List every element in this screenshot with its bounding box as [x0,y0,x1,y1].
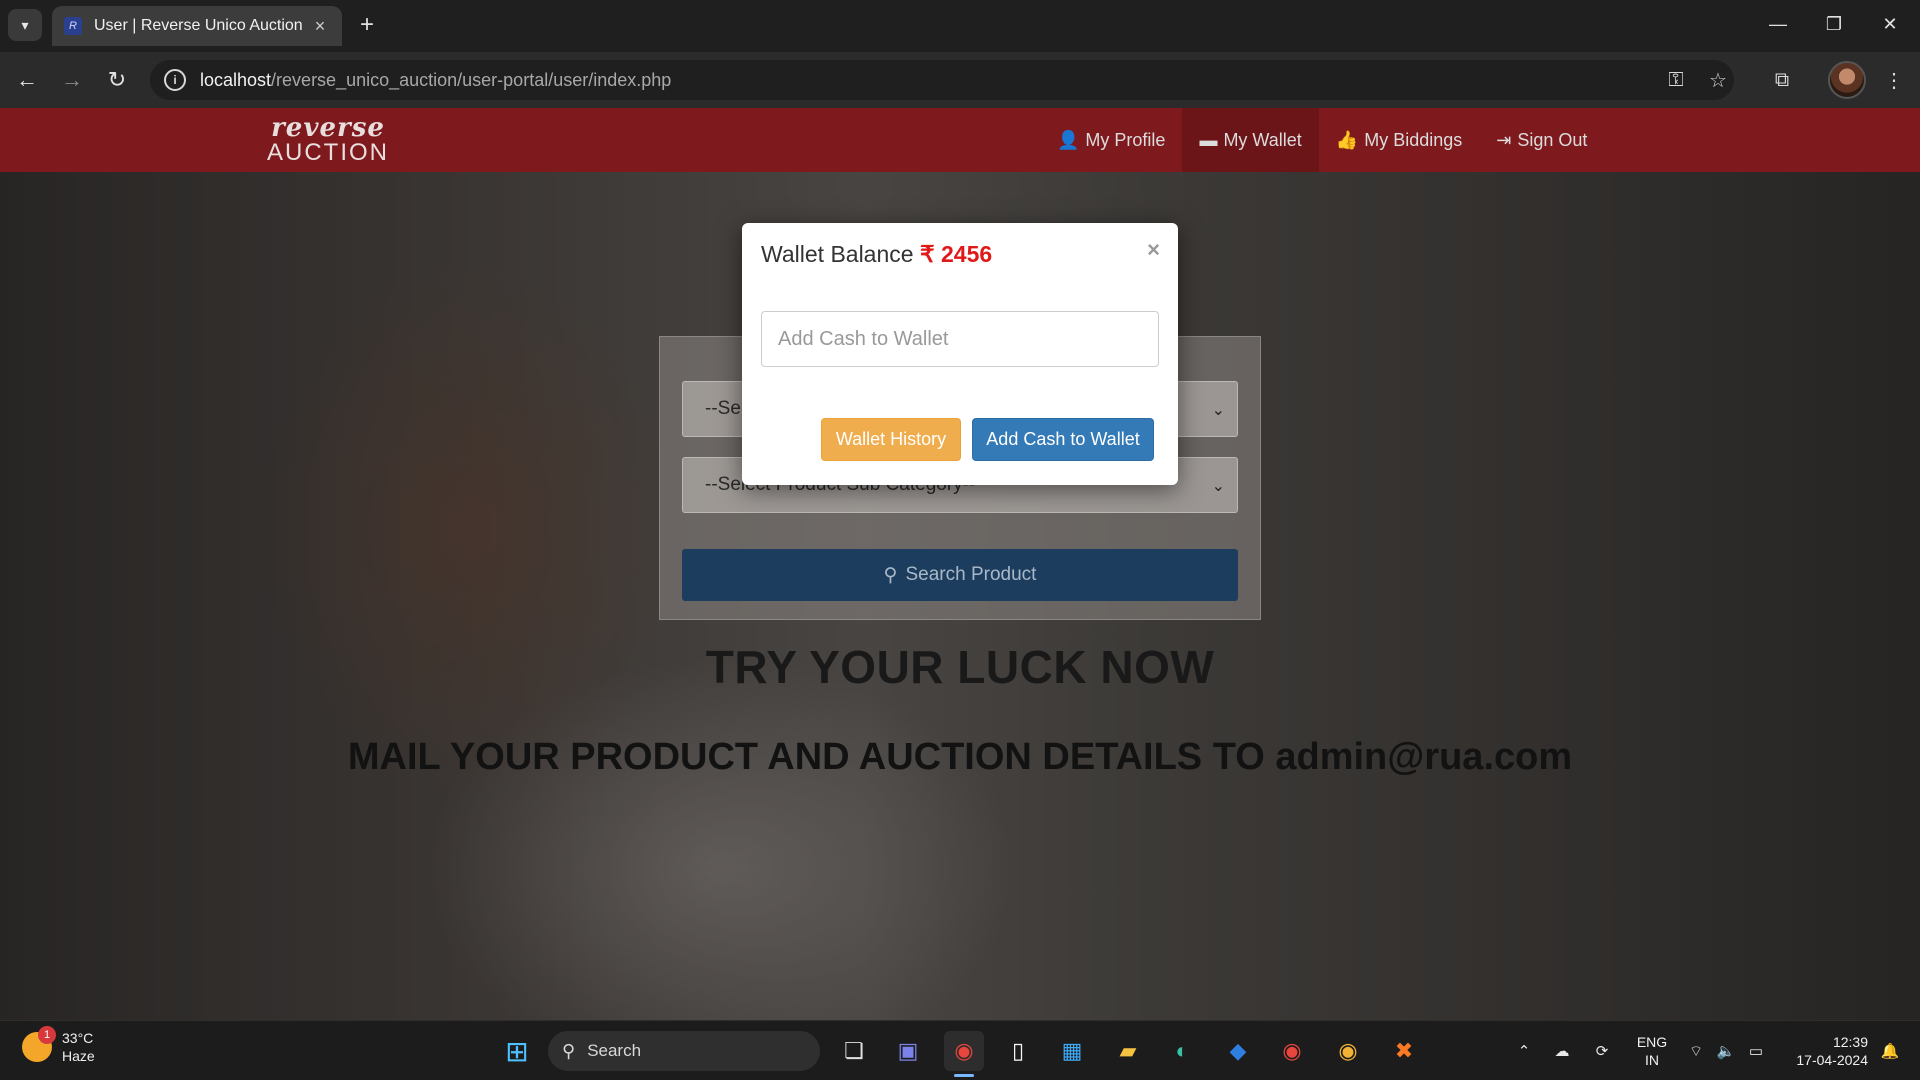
wallet-balance-label: Wallet Balance [761,241,914,267]
tab-close-icon[interactable]: × [310,16,330,37]
task-view-icon[interactable]: ❏ [834,1031,874,1071]
balance-value: 2456 [940,241,993,267]
browser-toolbar: ← → ↻ i localhost/reverse_unico_auction/… [0,52,1920,108]
thumbs-up-icon: 👍 [1335,129,1359,150]
wallet-history-button[interactable]: Wallet History [821,418,961,461]
bookmark-star-icon[interactable]: ☆ [1698,60,1738,100]
reload-icon[interactable]: ↻ [99,62,135,98]
browser-menu-icon[interactable]: ⋮ [1874,60,1914,100]
language-indicator[interactable]: ENG IN [1632,1033,1672,1069]
show-hidden-icons-icon[interactable]: ⌃ [1508,1021,1540,1080]
nav-my-wallet[interactable]: ▬ My Wallet [1182,108,1319,172]
taskbar-search-label: Search [587,1041,642,1060]
weather-temp: 33°C [62,1030,94,1046]
modal-title: Wallet Balance ₹ 2456 [761,241,992,268]
nav-sign-out[interactable]: ⇥ Sign Out [1479,108,1604,172]
browser-tab-strip: ▾ R User | Reverse Unico Auction × + — ❐… [0,0,1920,52]
window-close-icon[interactable]: ✕ [1862,0,1918,48]
password-key-icon[interactable]: ⚿ [1656,60,1696,100]
extensions-icon[interactable]: ⧉ [1762,60,1802,100]
url-path: /reverse_unico_auction/user-portal/user/… [271,69,672,90]
chrome-dev-icon[interactable]: ◉ [944,1031,984,1071]
rupee-symbol: ₹ [919,241,935,267]
chrome-canary-icon[interactable]: ◉ [1328,1031,1368,1071]
chrome-icon[interactable]: ◉ [1272,1031,1312,1071]
user-icon: 👤 [1057,129,1080,150]
sign-out-icon: ⇥ [1496,129,1512,150]
lang-top: ENG [1636,1034,1668,1050]
teams-icon[interactable]: ▣ [888,1031,928,1071]
store-icon[interactable]: ▦ [1052,1031,1092,1071]
weather-sun-icon: 1 [22,1026,56,1062]
file-explorer-icon[interactable]: ▰ [1108,1031,1148,1071]
hero-headline: TRY YOUR LUCK NOW [705,641,1215,693]
taskbar-clock[interactable]: 12:39 17-04-2024 [1782,1033,1868,1069]
hero-mail-line: MAIL YOUR PRODUCT AND AUCTION DETAILS TO… [347,736,1573,778]
active-app-indicator [954,1074,974,1077]
nav-label: My Wallet [1223,129,1302,150]
logo-text-top: reverse [271,113,385,143]
wallet-icon: ▬ [1199,129,1218,150]
site-favicon-icon: R [64,17,82,35]
chevron-down-icon: ⌄ [1211,402,1225,419]
battery-icon[interactable]: ▭ [1742,1021,1770,1080]
windows-start-icon[interactable]: ⊞ [497,1031,537,1071]
category-select-value: --Se [705,398,741,419]
tab-search-menu-icon[interactable]: ▾ [8,9,42,41]
restore-icon[interactable]: ❐ [1806,0,1862,48]
nav-my-profile[interactable]: 👤 My Profile [1040,108,1182,172]
add-cash-input[interactable] [761,311,1159,367]
sync-icon[interactable]: ⟳ [1586,1021,1618,1080]
lang-bottom: IN [1645,1052,1659,1068]
web-page: reverse AUCTION 👤 My Profile ▬ My Wallet… [0,108,1920,1020]
back-icon[interactable]: ← [9,62,45,98]
url-host: localhost [200,69,272,90]
volume-icon[interactable]: 🔈 [1712,1021,1740,1080]
logo-text-bottom: AUCTION [267,139,389,166]
clock-time: 12:39 [1832,1034,1868,1050]
weather-badge: 1 [38,1026,56,1044]
nav-label: Sign Out [1517,129,1588,150]
search-icon: ⚲ [562,1040,576,1061]
tab-title: User | Reverse Unico Auction [94,17,303,34]
onedrive-icon[interactable]: ☁ [1546,1021,1578,1080]
search-product-button[interactable]: ⚲ Search Product [682,549,1238,601]
nav-my-biddings[interactable]: 👍 My Biddings [1319,108,1479,172]
wifi-icon[interactable]: ⌔ [1682,1021,1710,1080]
taskbar-search[interactable]: ⚲ Search [548,1031,820,1071]
wallet-modal: Wallet Balance ₹ 2456 × Wallet History A… [742,223,1178,485]
weather-desc: Haze [62,1048,95,1064]
nav-label: My Biddings [1364,129,1463,150]
xampp-icon[interactable]: ✖ [1384,1031,1424,1071]
forward-icon[interactable]: → [54,62,90,98]
minimize-icon[interactable]: — [1750,0,1806,48]
add-cash-button[interactable]: Add Cash to Wallet [972,418,1154,461]
wallet-balance-amount: ₹ 2456 [920,241,992,267]
site-navbar: reverse AUCTION 👤 My Profile ▬ My Wallet… [0,108,1920,172]
edge-icon[interactable]: ◐ [1162,1031,1202,1071]
weather-widget[interactable]: 1 33°C Haze [22,1026,95,1065]
nav-label: My Profile [1085,129,1166,150]
site-logo[interactable]: reverse AUCTION [248,114,408,166]
site-nav-links: 👤 My Profile ▬ My Wallet 👍 My Biddings ⇥… [1040,108,1604,172]
search-icon: ⚲ [883,564,898,586]
search-button-label: Search Product [905,564,1037,585]
app-icon[interactable]: ◆ [1218,1031,1258,1071]
clock-date: 17-04-2024 [1796,1052,1868,1068]
windows-taskbar: 1 33°C Haze ⊞ ⚲ Search ❏ ▣ ◉ ▯ ▦ ▰ ◐ ◆ ◉… [0,1020,1920,1080]
profile-avatar[interactable] [1828,61,1866,99]
site-info-icon[interactable]: i [164,69,186,91]
notepad-icon[interactable]: ▯ [998,1031,1038,1071]
browser-tab[interactable]: R User | Reverse Unico Auction × [52,6,342,46]
notification-bell-icon[interactable]: 🔔 [1874,1021,1906,1080]
modal-close-icon[interactable]: × [1147,237,1160,263]
address-bar[interactable]: i localhost/reverse_unico_auction/user-p… [150,60,1734,100]
chevron-down-icon: ⌄ [1211,478,1225,495]
new-tab-icon[interactable]: + [352,10,382,40]
